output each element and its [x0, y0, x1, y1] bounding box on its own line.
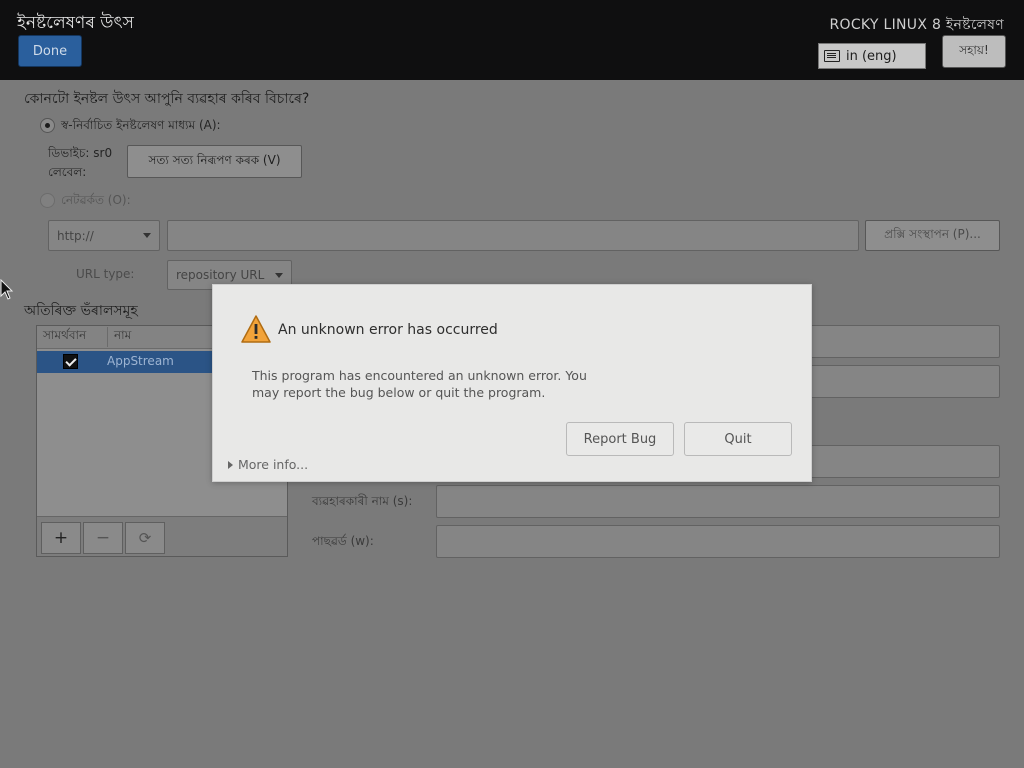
repo-toolbar: + − ⟳	[37, 516, 287, 556]
device-label: ডিভাইচ: sr0	[48, 146, 113, 160]
keyboard-icon	[824, 50, 840, 62]
dialog-title: An unknown error has occurred	[278, 322, 498, 338]
add-repo-button[interactable]: +	[41, 522, 81, 554]
network-label: নেটৱৰ্কত (O):	[61, 193, 131, 207]
source-question: কোনটো ইনষ্টল উৎস আপুনি ব্যৱহাৰ কৰিব বিচা…	[24, 91, 310, 107]
chevron-right-icon	[228, 460, 233, 469]
keyboard-layout-indicator[interactable]: in (eng)	[818, 43, 926, 69]
password-label: পাছৱৰ্ড (w):	[312, 534, 374, 548]
refresh-repo-button[interactable]: ⟳	[125, 522, 165, 554]
protocol-value: http://	[57, 228, 94, 243]
warning-icon	[241, 315, 271, 343]
help-button[interactable]: সহায়!	[942, 35, 1006, 68]
page-title: ইনষ্টলেষণৰ উৎস	[17, 13, 134, 33]
chevron-down-icon	[275, 272, 283, 278]
plus-icon: +	[53, 528, 69, 548]
chevron-down-icon	[143, 233, 151, 238]
more-info-label: More info...	[238, 457, 309, 472]
additional-repos-heading: অতিৰিক্ত ভঁৰালসমূহ	[24, 303, 138, 319]
protocol-select[interactable]: http://	[48, 220, 160, 251]
minus-icon: −	[95, 528, 111, 548]
proxy-setup-button[interactable]: প্ৰক্সি সংস্থাপন (P)...	[865, 220, 1000, 251]
remove-repo-button[interactable]: −	[83, 522, 123, 554]
verify-button[interactable]: সত্য সত্য নিৰূপণ কৰক (V)	[127, 145, 302, 178]
username-label: ব্যৱহাৰকাৰী নাম (s):	[312, 494, 413, 508]
auto-media-label: স্ব-নিৰ্বাচিত ইনষ্টলেষণ মাধ্যম (A):	[61, 118, 221, 132]
column-enabled[interactable]: সামৰ্থবান	[37, 327, 108, 347]
repo-name: AppStream	[107, 354, 174, 368]
network-radio[interactable]	[40, 193, 55, 208]
error-dialog: An unknown error has occurred This progr…	[212, 284, 812, 482]
repo-enabled-checkbox[interactable]	[63, 354, 78, 369]
url-type-label: URL type:	[76, 267, 135, 281]
keyboard-layout-label: in (eng)	[846, 48, 897, 64]
more-info-expander[interactable]: More info...	[228, 457, 308, 472]
auto-media-radio[interactable]	[40, 118, 55, 133]
dialog-message: This program has encountered an unknown …	[252, 368, 587, 400]
quit-button[interactable]: Quit	[684, 422, 792, 456]
url-input[interactable]	[167, 220, 859, 251]
refresh-icon: ⟳	[138, 529, 152, 547]
volume-label: লেবেল:	[48, 165, 87, 179]
mouse-pointer-icon	[0, 279, 14, 300]
password-input[interactable]	[436, 525, 1000, 558]
column-name[interactable]: নাম	[108, 327, 131, 347]
username-input[interactable]	[436, 485, 1000, 518]
url-type-value: repository URL	[176, 268, 265, 282]
report-bug-button[interactable]: Report Bug	[566, 422, 674, 456]
product-title: ROCKY LINUX 8 ইনষ্টলেষণ	[829, 17, 1004, 33]
done-button[interactable]: Done	[18, 35, 82, 67]
